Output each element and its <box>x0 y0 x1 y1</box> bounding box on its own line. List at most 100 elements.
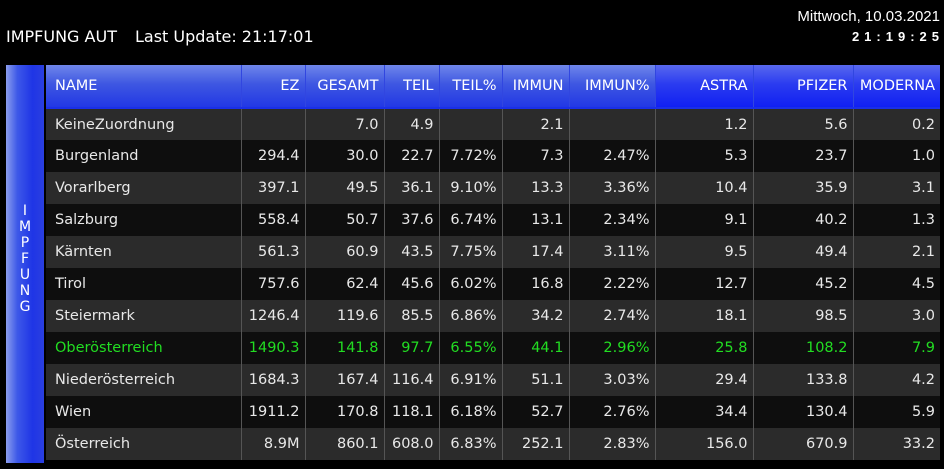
cell-ez: 1246.4 <box>240 300 305 332</box>
table-row[interactable]: Niederösterreich 1684.3 167.4 116.4 6.91… <box>46 364 940 396</box>
cell-gesamt: 167.4 <box>304 364 384 396</box>
table-row[interactable]: Steiermark 1246.4 119.6 85.5 6.86% 34.2 … <box>46 300 940 332</box>
clock: Mittwoch, 10.03.2021 21:19:25 <box>797 8 940 44</box>
cell-pfizer: 98.5 <box>752 300 853 332</box>
cell-moderna: 4.5 <box>852 268 940 300</box>
cell-name: Wien <box>55 404 92 420</box>
side-letter: G <box>19 299 31 315</box>
table-row[interactable]: Salzburg 558.4 50.7 37.6 6.74% 13.1 2.34… <box>46 204 940 236</box>
table-row[interactable]: Wien 1911.2 170.8 118.1 6.18% 52.7 2.76%… <box>46 396 940 428</box>
cell-immun: 13.1 <box>501 204 569 236</box>
cell-moderna: 2.1 <box>852 236 940 268</box>
cell-pfizer: 5.6 <box>752 108 853 140</box>
column-header-immun-pct[interactable]: IMMUN% <box>568 65 655 109</box>
table-row[interactable]: KeineZuordnung 7.0 4.9 2.1 1.2 5.6 0.2 <box>46 108 940 140</box>
cell-moderna: 3.1 <box>852 172 940 204</box>
cell-gesamt: 60.9 <box>304 236 384 268</box>
column-header-gesamt[interactable]: GESAMT <box>304 65 384 109</box>
cell-teil: 4.9 <box>383 108 439 140</box>
cell-ez: 757.6 <box>240 268 305 300</box>
side-letter: P <box>20 235 30 251</box>
table-row[interactable]: Kärnten 561.3 60.9 43.5 7.75% 17.4 3.11%… <box>46 236 940 268</box>
cell-gesamt: 7.0 <box>304 108 384 140</box>
cell-teil-pct: 6.74% <box>438 204 502 236</box>
cell-astra: 10.4 <box>654 172 753 204</box>
column-header-name[interactable]: NAME <box>46 65 241 109</box>
cell-immun: 17.4 <box>501 236 569 268</box>
cell-moderna: 3.0 <box>852 300 940 332</box>
column-header-ez[interactable]: EZ <box>240 65 305 109</box>
column-header-pfizer[interactable]: PFIZER <box>752 65 853 109</box>
cell-name: Burgenland <box>55 148 139 164</box>
clock-date: Mittwoch, 10.03.2021 <box>797 8 940 25</box>
side-letter: M <box>18 219 32 235</box>
cell-teil: 97.7 <box>383 332 439 364</box>
side-letter: F <box>20 251 30 267</box>
cell-teil-pct: 6.18% <box>438 396 502 428</box>
table-row[interactable]: Vorarlberg 397.1 49.5 36.1 9.10% 13.3 3.… <box>46 172 940 204</box>
cell-ez: 397.1 <box>240 172 305 204</box>
column-header-astra[interactable]: ASTRA <box>654 65 753 109</box>
cell-teil-pct <box>438 108 502 140</box>
cell-moderna: 7.9 <box>852 332 940 364</box>
cell-name: Niederösterreich <box>55 372 176 388</box>
table-row[interactable]: Burgenland 294.4 30.0 22.7 7.72% 7.3 2.4… <box>46 140 940 172</box>
cell-immun: 252.1 <box>501 428 569 460</box>
cell-moderna: 0.2 <box>852 108 940 140</box>
cell-teil-pct: 6.02% <box>438 268 502 300</box>
cell-astra: 29.4 <box>654 364 753 396</box>
cell-immun-pct: 2.96% <box>568 332 655 364</box>
side-banner: I M P F U N G <box>6 65 44 463</box>
cell-ez: 8.9M <box>240 428 305 460</box>
cell-gesamt: 860.1 <box>304 428 384 460</box>
cell-ez: 294.4 <box>240 140 305 172</box>
cell-astra: 12.7 <box>654 268 753 300</box>
column-header-teil[interactable]: TEIL <box>383 65 439 109</box>
cell-pfizer: 133.8 <box>752 364 853 396</box>
cell-teil: 37.6 <box>383 204 439 236</box>
cell-ez: 1911.2 <box>240 396 305 428</box>
vaccination-panel: I M P F U N G NAME EZ GESAMT TEIL TEIL% … <box>6 65 940 464</box>
cell-gesamt: 141.8 <box>304 332 384 364</box>
cell-astra: 156.0 <box>654 428 753 460</box>
cell-name: Oberösterreich <box>55 340 163 356</box>
vaccination-table: NAME EZ GESAMT TEIL TEIL% IMMUN IMMUN% A… <box>46 65 940 460</box>
cell-name: Vorarlberg <box>55 180 131 196</box>
cell-teil: 43.5 <box>383 236 439 268</box>
cell-teil: 118.1 <box>383 396 439 428</box>
cell-immun-pct: 3.11% <box>568 236 655 268</box>
side-letter: I <box>22 203 28 219</box>
column-header-teil-pct[interactable]: TEIL% <box>438 65 502 109</box>
column-header-moderna[interactable]: MODERNA <box>852 65 940 109</box>
column-header-immun[interactable]: IMMUN <box>501 65 569 109</box>
cell-immun-pct: 2.34% <box>568 204 655 236</box>
cell-ez: 561.3 <box>240 236 305 268</box>
cell-teil: 85.5 <box>383 300 439 332</box>
cell-teil-pct: 6.55% <box>438 332 502 364</box>
table-row-total[interactable]: Österreich 8.9M 860.1 608.0 6.83% 252.1 … <box>46 428 940 460</box>
cell-immun-pct: 3.36% <box>568 172 655 204</box>
cell-pfizer: 45.2 <box>752 268 853 300</box>
cell-ez: 1684.3 <box>240 364 305 396</box>
table-row[interactable]: Tirol 757.6 62.4 45.6 6.02% 16.8 2.22% 1… <box>46 268 940 300</box>
cell-teil-pct: 9.10% <box>438 172 502 204</box>
table-header-row: NAME EZ GESAMT TEIL TEIL% IMMUN IMMUN% A… <box>46 65 940 109</box>
cell-immun-pct: 2.76% <box>568 396 655 428</box>
cell-gesamt: 30.0 <box>304 140 384 172</box>
cell-astra: 25.8 <box>654 332 753 364</box>
table-row-highlighted[interactable]: Oberösterreich 1490.3 141.8 97.7 6.55% 4… <box>46 332 940 364</box>
cell-teil: 36.1 <box>383 172 439 204</box>
cell-immun: 16.8 <box>501 268 569 300</box>
cell-name: Kärnten <box>55 244 112 260</box>
cell-immun: 44.1 <box>501 332 569 364</box>
cell-ez: 1490.3 <box>240 332 305 364</box>
cell-moderna: 1.3 <box>852 204 940 236</box>
cell-immun: 13.3 <box>501 172 569 204</box>
cell-teil: 22.7 <box>383 140 439 172</box>
last-update-label: Last Update: 21:17:01 <box>134 27 314 46</box>
cell-gesamt: 49.5 <box>304 172 384 204</box>
cell-pfizer: 40.2 <box>752 204 853 236</box>
cell-name: Österreich <box>55 436 131 452</box>
cell-immun: 2.1 <box>501 108 569 140</box>
cell-immun: 34.2 <box>501 300 569 332</box>
